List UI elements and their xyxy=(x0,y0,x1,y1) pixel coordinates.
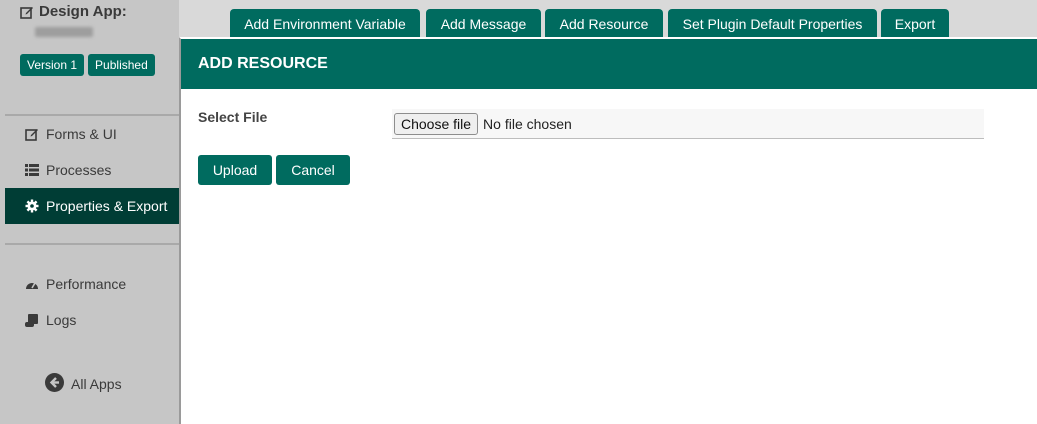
cancel-button[interactable]: Cancel xyxy=(276,155,350,185)
nav-item-properties-export[interactable]: Properties & Export xyxy=(5,188,179,224)
nav-item-forms-ui[interactable]: Forms & UI xyxy=(5,116,179,152)
published-badge[interactable]: Published xyxy=(88,54,155,76)
nav-label: Performance xyxy=(46,276,127,292)
gear-icon xyxy=(25,199,39,213)
dialog-header: ADD RESOURCE xyxy=(181,39,1037,89)
nav-item-performance[interactable]: Performance xyxy=(5,266,179,302)
select-file-label: Select File xyxy=(198,109,268,125)
nav-item-logs[interactable]: Logs xyxy=(5,302,179,338)
add-resource-dialog: ADD RESOURCE Select File Choose file No … xyxy=(179,37,1037,424)
nav-label: Properties & Export xyxy=(46,198,168,214)
nav-label: Processes xyxy=(46,162,112,178)
scroll-icon xyxy=(25,313,39,327)
tab-add-resource[interactable]: Add Resource xyxy=(545,9,663,39)
list-icon xyxy=(25,163,39,177)
tab-export[interactable]: Export xyxy=(881,9,949,39)
tab-set-plugin-default-properties[interactable]: Set Plugin Default Properties xyxy=(668,9,877,39)
choose-file-button[interactable]: Choose file xyxy=(394,112,479,135)
action-tabs: Add Environment Variable Add Message Add… xyxy=(190,0,1037,40)
nav-label: Forms & UI xyxy=(46,126,117,142)
tab-add-message[interactable]: Add Message xyxy=(426,9,541,39)
nav-item-processes[interactable]: Processes xyxy=(5,152,179,188)
app-title: Design App: xyxy=(20,3,127,20)
nav-label: Logs xyxy=(46,312,77,328)
version-badge[interactable]: Version 1 xyxy=(20,54,85,76)
dialog-title: ADD RESOURCE xyxy=(198,55,328,72)
app-title-text: Design App: xyxy=(39,3,127,20)
app-name-redacted xyxy=(35,27,93,37)
sidebar: Design App: Version 1 Published Forms & … xyxy=(0,0,179,424)
all-apps-label: All Apps xyxy=(71,376,122,392)
arrow-left-circle-icon xyxy=(45,373,64,395)
file-input[interactable]: Choose file No file chosen xyxy=(392,109,984,139)
version-badges: Version 1 Published xyxy=(20,54,155,76)
edit-icon xyxy=(25,127,39,141)
all-apps-link[interactable]: All Apps xyxy=(45,373,122,395)
no-file-text: No file chosen xyxy=(483,115,572,132)
edit-icon xyxy=(20,5,34,19)
gauge-icon xyxy=(25,277,39,291)
divider xyxy=(5,243,179,245)
tab-add-environment-variable[interactable]: Add Environment Variable xyxy=(230,9,420,39)
upload-button[interactable]: Upload xyxy=(198,155,272,185)
